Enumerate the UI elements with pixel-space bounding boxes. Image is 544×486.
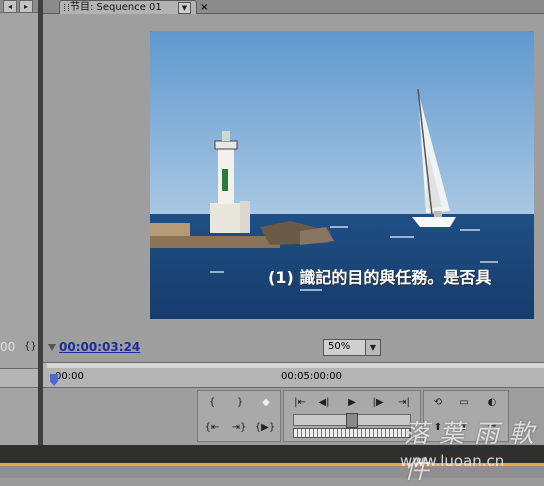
viewing-area-bar[interactable] bbox=[47, 363, 544, 368]
zoom-select[interactable]: 50% ▼ bbox=[323, 339, 381, 356]
panel-tab-strip: 节目: Sequence 01 ▼ × bbox=[43, 0, 544, 14]
marker-controls: { } ◆ {⇤ ⇥} {▶} bbox=[197, 390, 281, 442]
current-timecode[interactable]: 00:00:03:24 bbox=[59, 340, 140, 354]
loop-button[interactable]: ⟲ bbox=[430, 396, 446, 410]
play-in-to-out-button[interactable]: {▶} bbox=[254, 421, 276, 435]
source-timecode-partial: 00 bbox=[0, 340, 16, 354]
video-preview: (1) 識記的目的與任務。是否具 bbox=[150, 31, 534, 319]
watermark-url: www.luoan.cn bbox=[400, 452, 505, 470]
playhead-icon[interactable] bbox=[50, 374, 58, 386]
go-to-next-edit-button[interactable]: ⇥| bbox=[394, 396, 414, 410]
chevron-down-icon[interactable]: ▼ bbox=[365, 340, 380, 355]
safe-margins-button[interactable]: ▭ bbox=[456, 396, 472, 410]
panel-scroll-left-button[interactable]: ◂ bbox=[3, 0, 17, 13]
source-ruler bbox=[0, 368, 38, 388]
grip-icon[interactable] bbox=[64, 4, 69, 11]
subtitle-text: (1) 識記的目的與任務。是否具 bbox=[268, 268, 492, 287]
go-to-out-point-button[interactable]: ⇥} bbox=[229, 421, 249, 435]
ruler-mid-label: 00:05:00:00 bbox=[281, 371, 343, 382]
step-back-button[interactable]: ◀| bbox=[316, 396, 332, 410]
tab-title: 节目: Sequence 01 bbox=[70, 2, 162, 13]
mark-in-button[interactable]: { bbox=[204, 396, 220, 410]
zoom-value: 50% bbox=[328, 341, 351, 352]
go-to-previous-edit-button[interactable]: |⇤ bbox=[290, 396, 310, 410]
tab-program-sequence[interactable]: 节目: Sequence 01 ▼ × bbox=[59, 0, 208, 14]
close-icon[interactable]: × bbox=[200, 1, 208, 14]
set-marker-button[interactable]: ◆ bbox=[258, 396, 274, 410]
chevron-down-icon[interactable]: ▼ bbox=[178, 2, 191, 14]
panel-play-button[interactable]: ▸ bbox=[19, 0, 33, 13]
step-forward-button[interactable]: |▶ bbox=[370, 396, 386, 410]
timecode-menu-icon[interactable] bbox=[48, 344, 56, 351]
shuttle-handle[interactable] bbox=[346, 413, 358, 428]
play-button[interactable]: ▶ bbox=[344, 396, 360, 410]
watermark-brand: 落 葉 雨 軟 件 bbox=[404, 419, 535, 484]
ruler-start-label: 00:00 bbox=[55, 371, 84, 382]
mark-out-button[interactable]: } bbox=[232, 396, 248, 410]
project-panel-edge: ◂ ▸ 00 {} bbox=[0, 0, 38, 445]
jog-wheel[interactable] bbox=[293, 428, 411, 438]
time-ruler[interactable]: 00:00 00:05:00:00 bbox=[43, 362, 544, 388]
go-to-in-point-button[interactable]: {⇤ bbox=[202, 421, 222, 435]
shuttle-slider[interactable] bbox=[293, 413, 411, 428]
in-out-icon: {} bbox=[24, 341, 37, 352]
program-monitor-panel: 节目: Sequence 01 ▼ × (1) 識記的目的與任務。是否具 00:… bbox=[43, 0, 544, 445]
output-button[interactable]: ◐ bbox=[484, 396, 500, 410]
